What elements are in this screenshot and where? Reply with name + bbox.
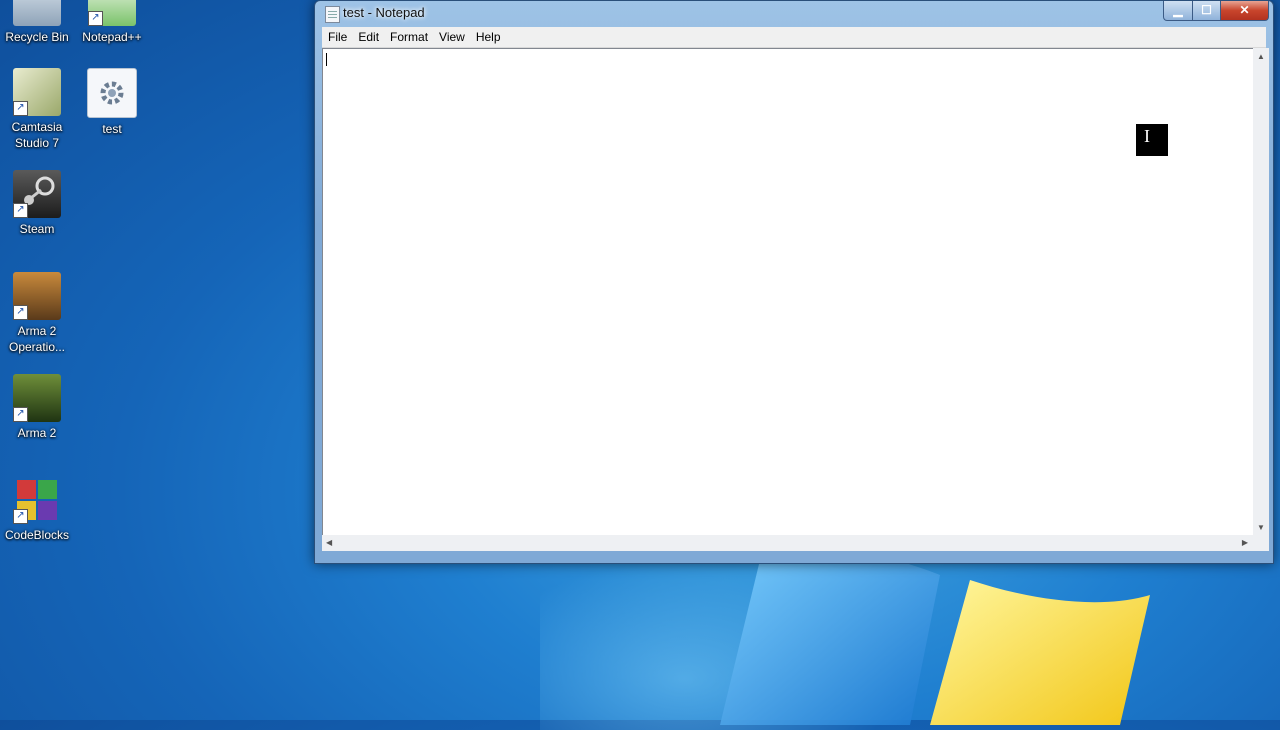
desktop-icon-label: test bbox=[102, 122, 122, 136]
desktop-icon-arma2-oa[interactable]: ↗ Arma 2 Operatio... bbox=[0, 272, 74, 355]
scroll-left-arrow-icon[interactable]: ◀ bbox=[326, 538, 332, 547]
desktop-icon-label: CodeBlocks bbox=[4, 528, 70, 542]
desktop-icon-codeblocks[interactable]: ↗ CodeBlocks bbox=[0, 476, 74, 543]
desktop-icon-camtasia[interactable]: ↗ Camtasia Studio 7 bbox=[0, 68, 74, 151]
i-beam-glyph: I bbox=[1144, 126, 1150, 146]
desktop-icon-label: Arma 2 bbox=[17, 426, 57, 440]
close-button[interactable]: ✕ bbox=[1220, 1, 1269, 21]
shortcut-arrow-icon: ↗ bbox=[13, 305, 28, 320]
recycle-bin-icon bbox=[13, 0, 61, 26]
text-editor[interactable] bbox=[322, 48, 1254, 536]
desktop-icon-steam[interactable]: ↗ Steam bbox=[0, 170, 74, 237]
arma2-oa-icon: ↗ bbox=[13, 272, 61, 320]
shortcut-arrow-icon: ↗ bbox=[13, 509, 28, 524]
menu-help[interactable]: Help bbox=[470, 27, 506, 44]
menu-file[interactable]: File bbox=[322, 27, 352, 44]
horizontal-scrollbar[interactable]: ◀ ▶ bbox=[322, 535, 1253, 551]
menu-edit[interactable]: Edit bbox=[352, 27, 384, 44]
camtasia-icon: ↗ bbox=[13, 68, 61, 116]
notepad-plus-plus-icon: ↗ bbox=[88, 0, 136, 26]
resize-grip[interactable] bbox=[1253, 535, 1269, 551]
notepad-window: test - Notepad ▁ ☐ ✕ File Edit Format View H… bbox=[314, 0, 1274, 564]
menu-view[interactable]: View bbox=[433, 27, 470, 44]
codeblocks-icon: ↗ bbox=[13, 476, 61, 524]
arma2-icon: ↗ bbox=[13, 374, 61, 422]
menu-format[interactable]: Format bbox=[384, 27, 433, 44]
title-bar[interactable]: test - Notepad bbox=[315, 1, 1273, 25]
minimize-button[interactable]: ▁ bbox=[1163, 1, 1193, 21]
desktop-icon-test[interactable]: test bbox=[75, 68, 149, 137]
desktop-icon-label: Steam bbox=[19, 222, 55, 236]
desktop-icon-label: Arma 2 Operatio... bbox=[8, 324, 66, 354]
desktop-icon-recycle-bin[interactable]: Recycle Bin bbox=[0, 0, 74, 45]
config-file-icon bbox=[87, 68, 137, 118]
shortcut-arrow-icon: ↗ bbox=[88, 11, 103, 26]
desktop-icon-label: Camtasia Studio 7 bbox=[11, 120, 63, 150]
shortcut-arrow-icon: ↗ bbox=[13, 407, 28, 422]
shortcut-arrow-icon: ↗ bbox=[13, 203, 28, 218]
steam-icon: ↗ bbox=[13, 170, 61, 218]
scroll-right-arrow-icon[interactable]: ▶ bbox=[1242, 538, 1248, 547]
windows-logo-wallpaper bbox=[720, 550, 1150, 725]
text-caret bbox=[326, 53, 327, 66]
scroll-down-arrow-icon[interactable]: ▼ bbox=[1257, 523, 1265, 532]
window-title: test - Notepad bbox=[343, 5, 425, 20]
shortcut-arrow-icon: ↗ bbox=[13, 101, 28, 116]
gear-icon bbox=[100, 81, 124, 105]
desktop-icon-arma2[interactable]: ↗ Arma 2 bbox=[0, 374, 74, 441]
text-cursor-icon: I bbox=[1136, 124, 1168, 156]
desktop-icon-notepad-plus-plus[interactable]: ↗ Notepad++ bbox=[75, 0, 149, 45]
maximize-button[interactable]: ☐ bbox=[1192, 1, 1221, 21]
desktop-icon-label: Recycle Bin bbox=[5, 30, 69, 44]
menu-bar: File Edit Format View Help bbox=[322, 27, 1266, 48]
desktop-icon-label: Notepad++ bbox=[82, 30, 142, 44]
scroll-up-arrow-icon[interactable]: ▲ bbox=[1257, 52, 1265, 61]
notepad-icon bbox=[325, 6, 340, 23]
vertical-scrollbar[interactable]: ▲ ▼ bbox=[1253, 48, 1269, 535]
